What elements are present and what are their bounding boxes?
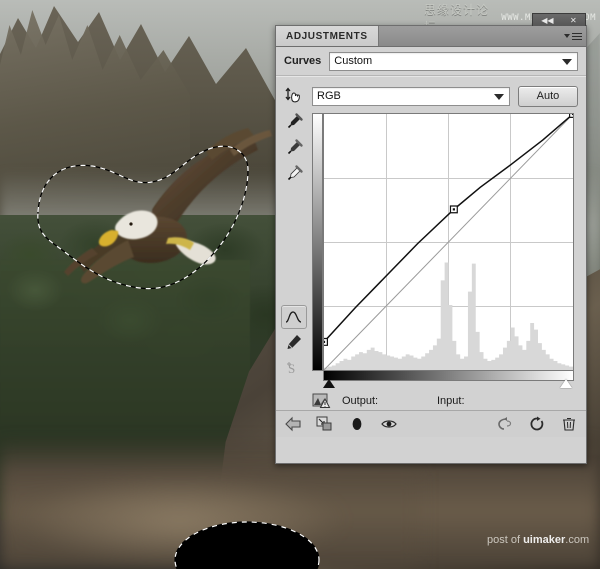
window-mini-controls: ◀◀ ✕ (532, 13, 586, 27)
toggle-layer-visibility-button[interactable] (380, 415, 398, 433)
watermark-bottom-suffix: .com (565, 534, 590, 546)
curves-content: RGB Auto Output: Input: (312, 77, 586, 410)
watermark-bottom-prefix: post of (487, 534, 524, 546)
curves-graph (312, 113, 574, 388)
smooth-curve-icon[interactable]: S (280, 355, 308, 381)
gray-point-eyedropper-icon[interactable] (280, 135, 308, 161)
panel-footer-toolbar (276, 410, 586, 437)
panel-body: S RGB Auto Output: Input: (276, 77, 586, 410)
delete-adjustment-layer-button[interactable] (560, 415, 578, 433)
view-previous-state-button[interactable] (496, 415, 514, 433)
curve-tool-icon[interactable] (281, 305, 307, 329)
adjustments-panel: ◀◀ ✕ ADJUSTMENTS Curves Custom S RGB Aut… (275, 13, 587, 464)
chevron-down-icon (494, 94, 504, 100)
auto-button-label: Auto (536, 90, 560, 102)
input-gradient-bar (323, 370, 574, 381)
auto-button[interactable]: Auto (518, 85, 578, 107)
reset-adjustment-button[interactable] (528, 415, 546, 433)
curves-grid[interactable] (323, 113, 574, 371)
collapse-panel-icon[interactable]: ◀◀ (541, 16, 553, 25)
white-point-eyedropper-icon[interactable] (280, 161, 308, 187)
adjustment-type-label: Curves (284, 55, 322, 67)
white-point-slider[interactable] (560, 379, 572, 388)
preset-dropdown[interactable]: Custom (329, 51, 578, 71)
return-to-adjustment-list-button[interactable] (284, 415, 302, 433)
chevron-down-icon (564, 34, 570, 38)
curve-line[interactable] (324, 114, 573, 370)
target-adjustment-icon[interactable] (280, 83, 308, 109)
channel-row: RGB Auto (312, 83, 578, 109)
tab-adjustments[interactable]: ADJUSTMENTS (276, 26, 379, 46)
output-gradient-bar (312, 113, 323, 371)
black-point-slider[interactable] (323, 379, 335, 388)
close-icon[interactable]: ✕ (570, 16, 577, 25)
watermark-bottom: post of uimaker.com (487, 534, 589, 546)
channel-dropdown-value: RGB (317, 90, 341, 102)
tab-strip-empty-area (379, 26, 560, 46)
watermark-bottom-brand: uimaker (523, 534, 566, 546)
curves-tool-rail: S (276, 77, 312, 410)
clip-to-layer-button[interactable] (316, 415, 334, 433)
black-point-eyedropper-icon[interactable] (280, 109, 308, 135)
preset-row: Curves Custom (276, 47, 586, 75)
panel-tab-strip: ADJUSTMENTS (276, 26, 586, 47)
output-input-row: Output: Input: (312, 388, 578, 414)
preset-dropdown-value: Custom (334, 55, 373, 67)
toggle-layer-mask-button[interactable] (348, 415, 366, 433)
tab-adjustments-label: ADJUSTMENTS (286, 30, 368, 42)
panel-menu-icon[interactable] (560, 26, 586, 46)
pencil-tool-icon[interactable] (280, 329, 308, 355)
hamburger-icon (572, 32, 582, 40)
output-label: Output: (342, 395, 379, 407)
clipping-warning-icon[interactable] (312, 392, 332, 410)
channel-dropdown[interactable]: RGB (312, 86, 510, 106)
chevron-down-icon (562, 59, 572, 65)
input-label: Input: (437, 395, 465, 407)
